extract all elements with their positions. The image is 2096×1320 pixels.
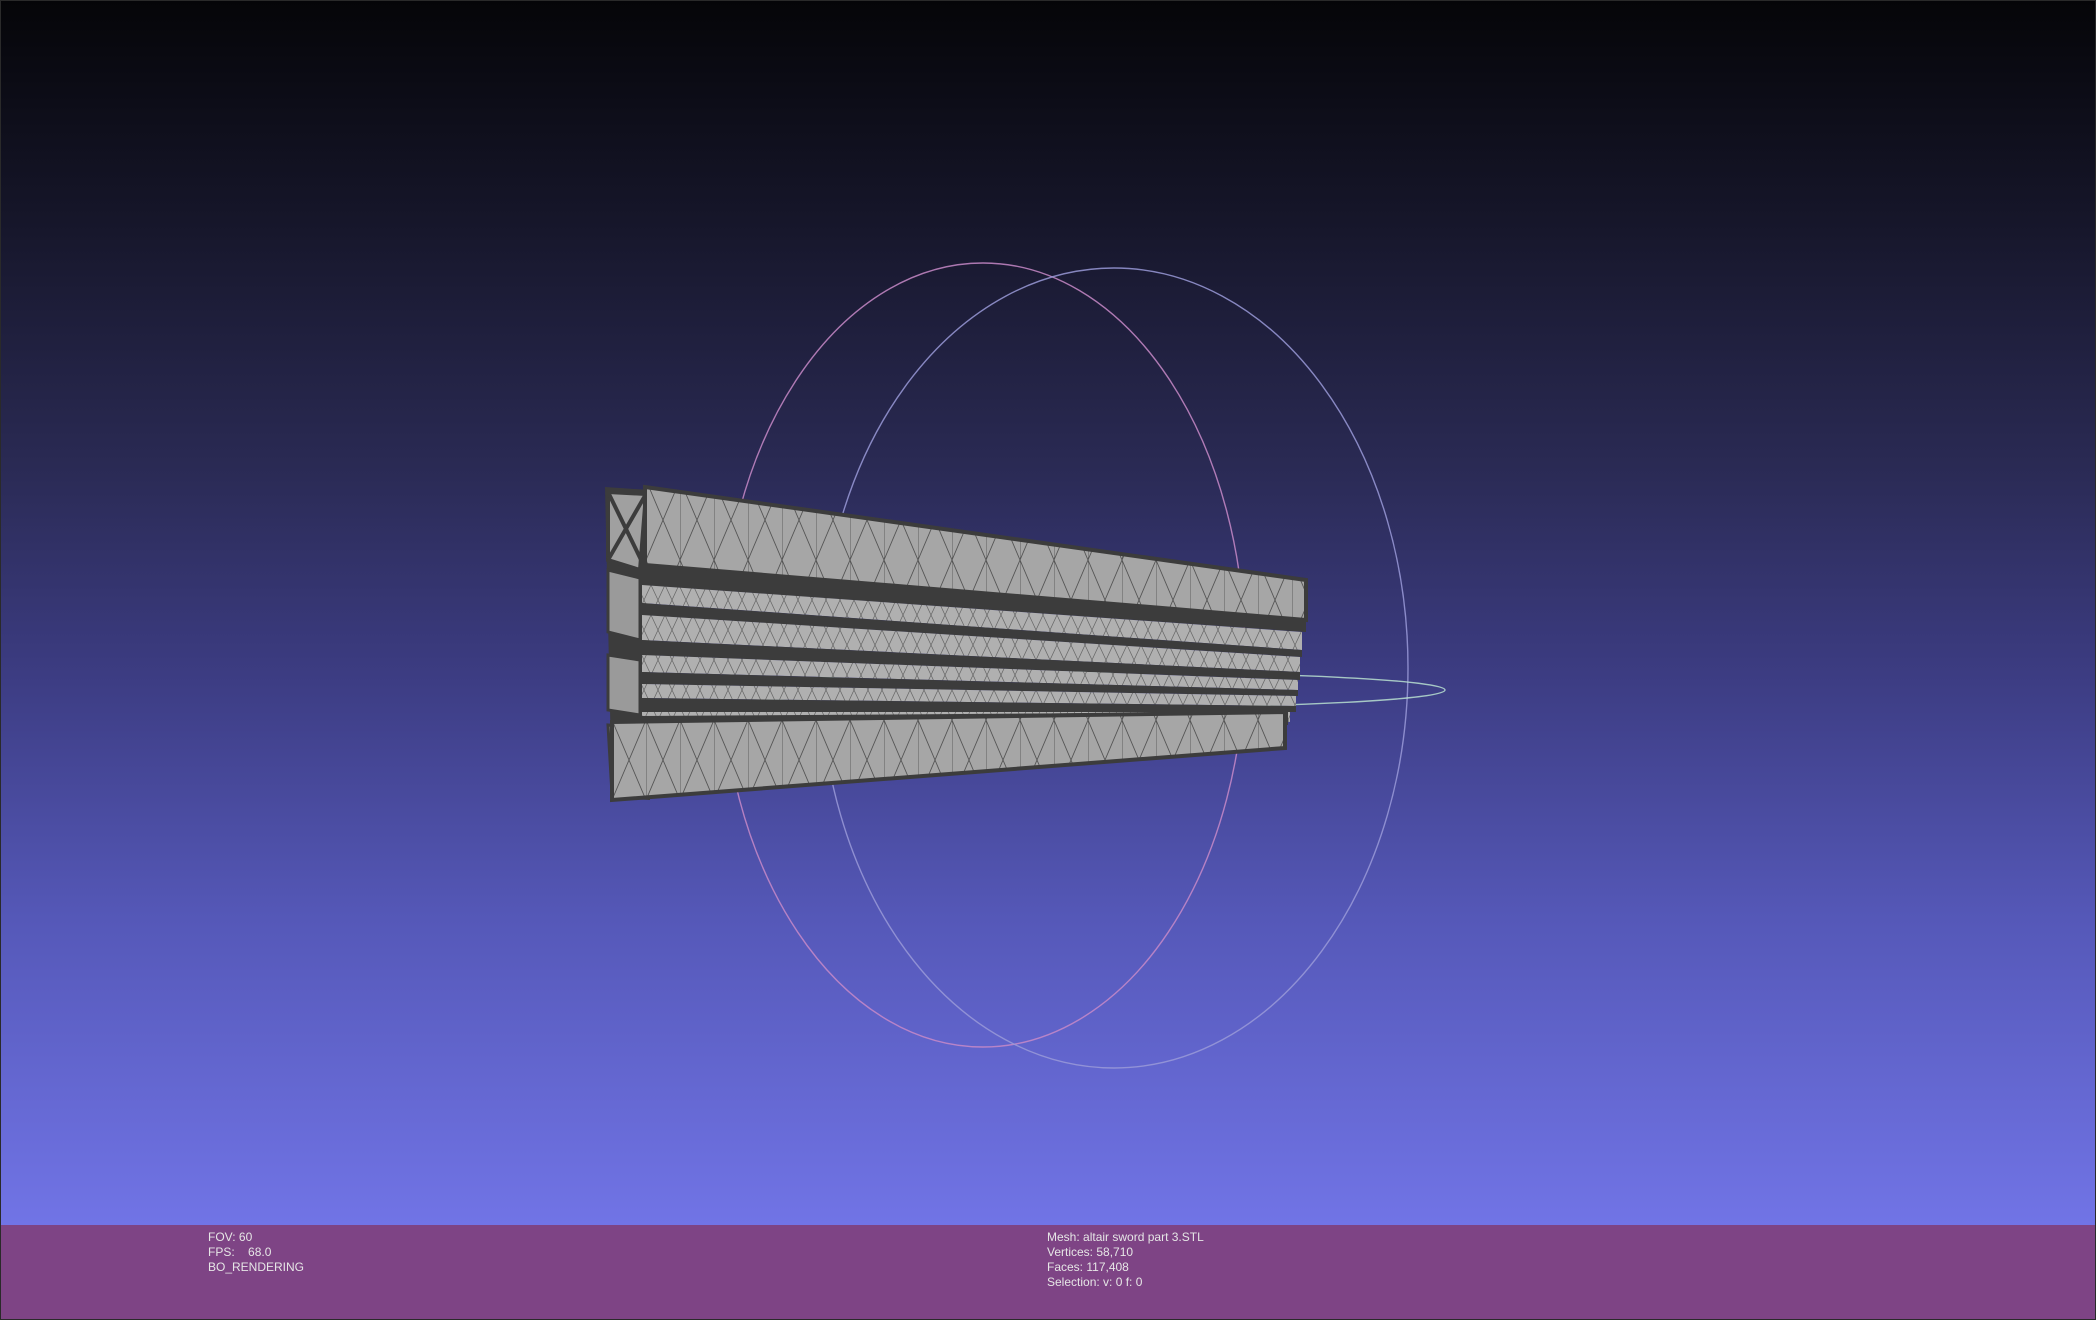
mesh-label: Mesh: bbox=[1047, 1230, 1080, 1244]
fov-row: FOV: 60 bbox=[208, 1230, 304, 1245]
fps-label: FPS: bbox=[208, 1245, 235, 1259]
render-mode: BO_RENDERING bbox=[208, 1260, 305, 1274]
faces-label: Faces: bbox=[1047, 1260, 1084, 1274]
scene-canvas[interactable] bbox=[0, 0, 2096, 1225]
selection-value: v: 0 f: 0 bbox=[1103, 1275, 1143, 1289]
vertices-row: Vertices: 58,710 bbox=[1047, 1245, 1204, 1260]
mesh-stats: Mesh: altair sword part 3.STL Vertices: … bbox=[1047, 1230, 1204, 1290]
render-stats: FOV: 60 FPS: 68.0 BO_RENDERING bbox=[208, 1230, 304, 1275]
vertices-label: Vertices: bbox=[1047, 1245, 1094, 1259]
fps-value: 68.0 bbox=[248, 1245, 272, 1259]
mesh-model[interactable] bbox=[605, 484, 1308, 803]
mesh-row: Mesh: altair sword part 3.STL bbox=[1047, 1230, 1204, 1245]
fov-label: FOV: bbox=[208, 1230, 236, 1244]
3d-viewport[interactable] bbox=[0, 0, 2096, 1225]
status-info-bar: FOV: 60 FPS: 68.0 BO_RENDERING Mesh: alt… bbox=[0, 1225, 2096, 1320]
fov-value: 60 bbox=[238, 1230, 253, 1244]
fps-row: FPS: 68.0 bbox=[208, 1245, 304, 1260]
vertices-value: 58,710 bbox=[1096, 1245, 1134, 1259]
faces-row: Faces: 117,408 bbox=[1047, 1260, 1204, 1275]
faces-value: 117,408 bbox=[1086, 1260, 1129, 1274]
selection-row: Selection: v: 0 f: 0 bbox=[1047, 1275, 1204, 1290]
selection-label: Selection: bbox=[1047, 1275, 1100, 1289]
mesh-name: altair sword part 3.STL bbox=[1083, 1230, 1204, 1244]
